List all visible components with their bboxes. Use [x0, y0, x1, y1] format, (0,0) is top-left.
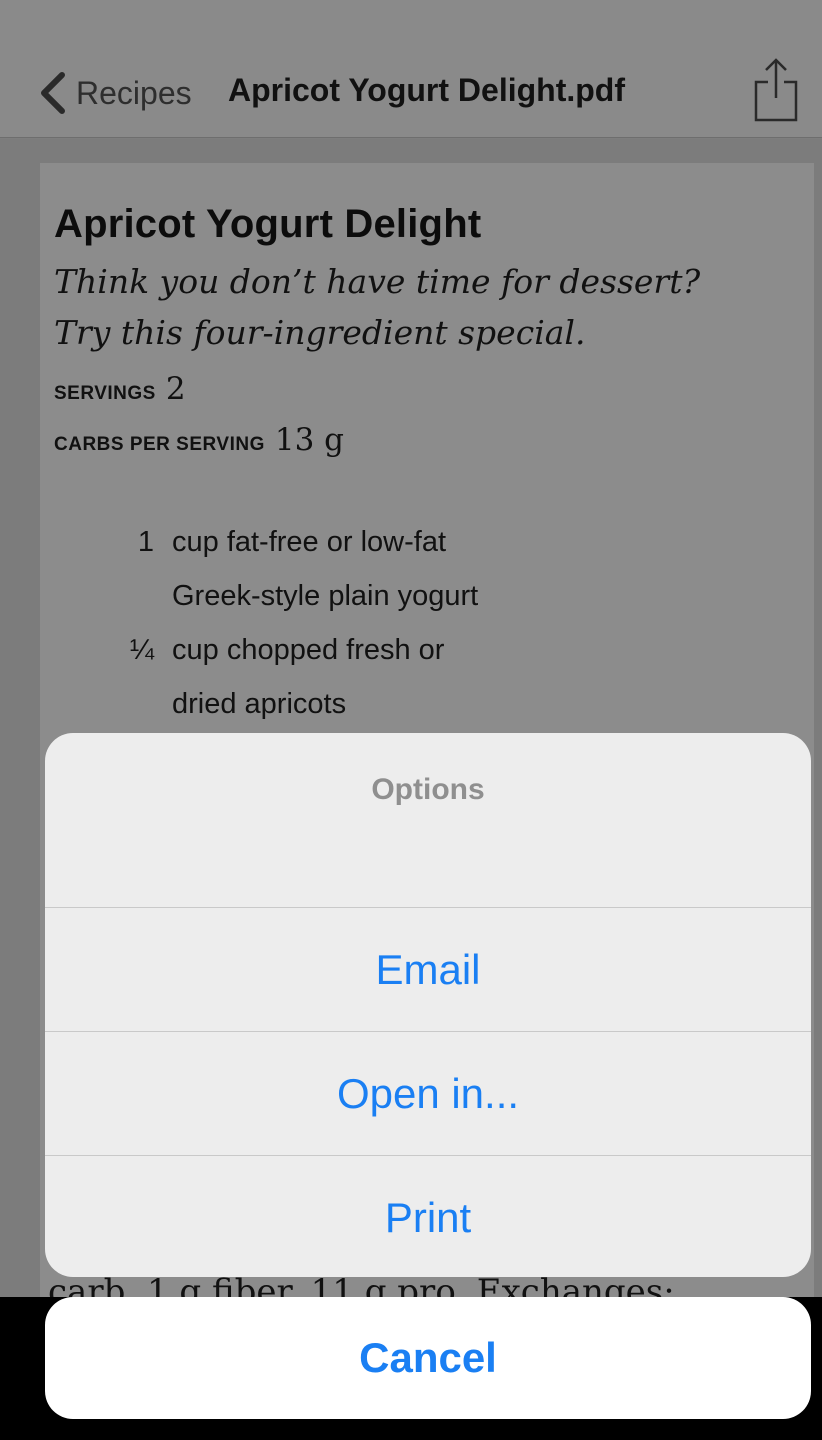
ingredient-qty: ¼: [129, 634, 154, 666]
ingredient-line: dried apricots: [172, 688, 347, 720]
document-title: Apricot Yogurt Delight.pdf: [228, 72, 625, 108]
ingredient-line: cup fat-free or low-fat: [172, 526, 446, 558]
recipe-subtitle-line1: Think you don’t have time for dessert?: [54, 262, 701, 301]
recipe-subtitle-line2: Try this four-ingredient special.: [54, 313, 586, 352]
carbs-value: 13 g: [274, 422, 345, 458]
open-in-button[interactable]: Open in...: [45, 1032, 811, 1156]
ingredient-line: Greek-style plain yogurt: [172, 580, 479, 612]
ingredient-line: cup chopped fresh or: [172, 634, 445, 666]
options-action-sheet: Options Email Open in... Print: [45, 733, 811, 1277]
chevron-left-icon: [41, 72, 65, 114]
cancel-button[interactable]: Cancel: [45, 1297, 811, 1419]
recipe-title: Apricot Yogurt Delight: [54, 202, 482, 246]
print-button[interactable]: Print: [45, 1156, 811, 1277]
email-button[interactable]: Email: [45, 908, 811, 1032]
share-icon[interactable]: [752, 56, 800, 124]
carbs-label: CARBS PER SERVING: [54, 434, 265, 455]
navigation-bar: Recipes Apricot Yogurt Delight.pdf: [0, 0, 822, 138]
ingredient-qty: 1: [137, 526, 154, 558]
action-sheet-title: Options: [371, 773, 485, 806]
servings-value: 2: [165, 371, 186, 407]
back-button[interactable]: Recipes: [38, 68, 192, 118]
servings-row: SERVINGS 2: [54, 371, 186, 407]
action-sheet-header: Options: [45, 733, 811, 908]
carbs-row: CARBS PER SERVING 13 g: [54, 422, 344, 458]
servings-label: SERVINGS: [54, 383, 156, 404]
back-button-label: Recipes: [76, 74, 192, 111]
